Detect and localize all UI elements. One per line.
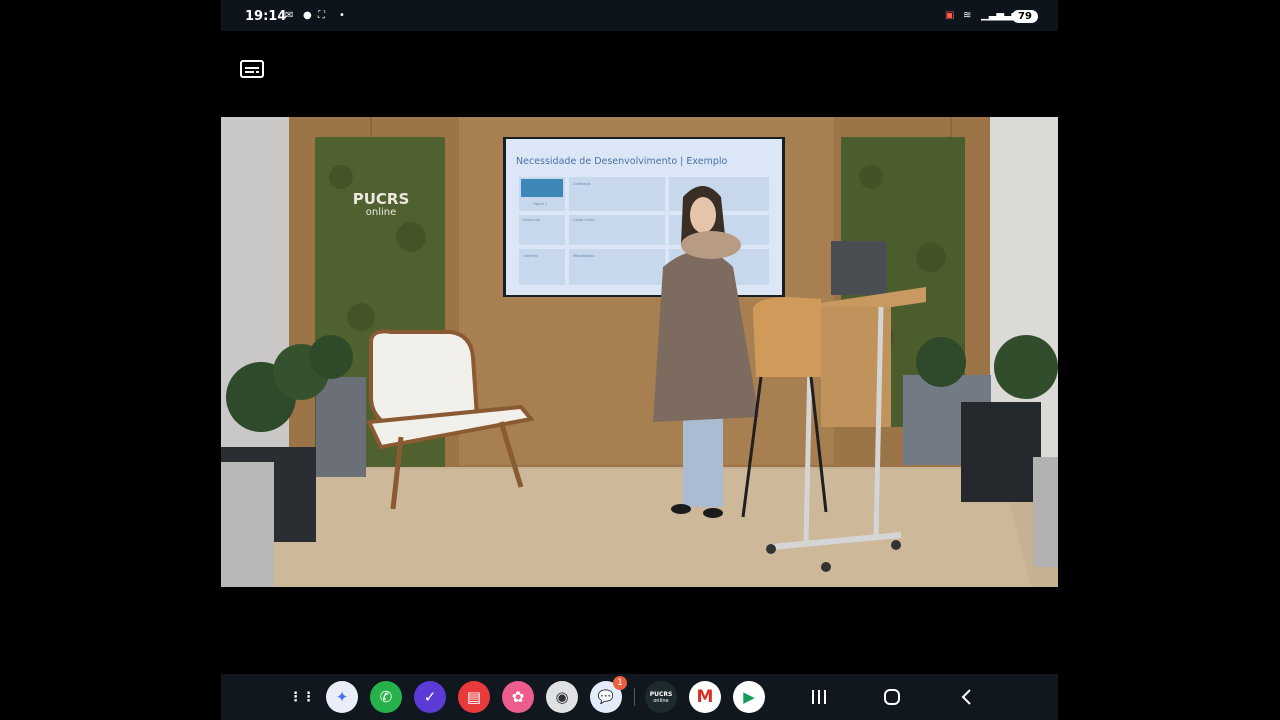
camera-icon[interactable]: ◉ xyxy=(546,681,578,713)
gallery-icon[interactable]: ✿ xyxy=(502,681,534,713)
slide-cell: Metodologia xyxy=(573,254,595,258)
screenshot-icon: ⛶ xyxy=(318,10,325,21)
recent-apps-button[interactable] xyxy=(804,684,834,710)
slide-cell: Demanda xyxy=(523,218,540,222)
wall-logo: PUCRS xyxy=(353,190,410,208)
gmail-icon[interactable]: M xyxy=(689,681,721,713)
slide-cell: Contextos xyxy=(573,182,591,186)
wifi-icon: ≋ xyxy=(963,10,972,21)
messages-badge: 1 xyxy=(613,676,627,690)
home-button[interactable] xyxy=(877,684,907,710)
tasks-icon[interactable]: ✓ xyxy=(414,681,446,713)
cast-icon: ▣ xyxy=(945,10,955,21)
taskbar: ⋮⋮ ✦ ✆ ✓ ▤ ✿ ◉ 💬 PUCRS online M ▶ xyxy=(221,674,1058,720)
chat-icon: ● xyxy=(303,10,312,21)
wall-logo-sub: online xyxy=(366,207,397,218)
recent-apps-icon xyxy=(812,690,826,704)
play-store-icon[interactable]: ▶ xyxy=(733,681,765,713)
pucrs-label: PUCRS xyxy=(649,690,673,698)
battery-indicator: 79 xyxy=(1012,10,1038,23)
slide-cell: Figura 1 xyxy=(533,202,547,206)
phone-icon[interactable]: ✆ xyxy=(370,681,402,713)
home-icon xyxy=(884,689,900,705)
pucrs-sub-label: online xyxy=(653,697,669,704)
pucrs-online-icon[interactable]: PUCRS online xyxy=(645,681,677,713)
taskbar-divider xyxy=(634,688,635,706)
slide-cell: Cargo Inicial xyxy=(573,218,595,222)
slide-cell: Objetivo xyxy=(523,254,538,258)
slide-title: Necessidade de Desenvolvimento | Exemplo xyxy=(516,156,728,167)
dot-icon: • xyxy=(339,10,345,21)
gemini-icon[interactable]: ✦ xyxy=(326,681,358,713)
apps-grid-icon[interactable]: ⋮⋮ xyxy=(286,681,318,713)
notification-icon: ✉ xyxy=(285,10,294,21)
status-bar: 19:14 ✉ ● ⛶ • ▣ ≋ ▁▃▅ ▁▃▅ 79 xyxy=(221,0,1058,31)
video-player[interactable]: PUCRS online Necessidade de Desenvolvime… xyxy=(221,117,1058,587)
back-button[interactable] xyxy=(951,684,981,710)
notes-icon[interactable]: ▤ xyxy=(458,681,490,713)
back-icon xyxy=(961,689,971,705)
status-time: 19:14 xyxy=(245,9,287,24)
phone-screen: 19:14 ✉ ● ⛶ • ▣ ≋ ▁▃▅ ▁▃▅ 79 PUCRS onlin… xyxy=(221,0,1058,720)
captions-icon[interactable] xyxy=(240,60,264,78)
